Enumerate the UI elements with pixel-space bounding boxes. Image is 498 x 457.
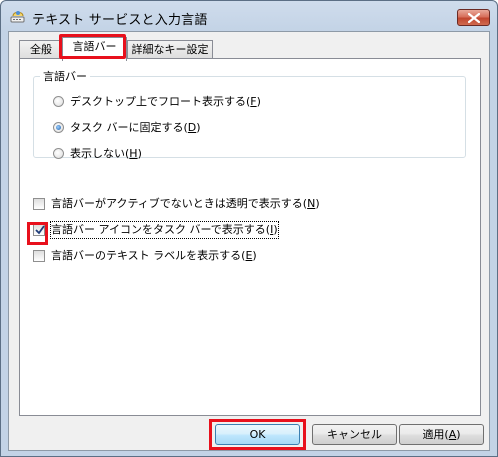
radio-label: タスク バーに固定する(D)	[70, 121, 201, 134]
radio-button-selected[interactable]	[53, 122, 64, 133]
dialog-window: テキスト サービスと入力言語 全般 言語バー 詳細なキー設定 言語バー デスクト…	[0, 0, 498, 457]
dialog-client-area: 全般 言語バー 詳細なキー設定 言語バー デスクトップ上でフロート表示する(F)…	[8, 31, 490, 451]
close-button[interactable]	[457, 9, 490, 26]
checkbox-label: 言語バー アイコンをタスク バーで表示する(I)	[50, 221, 279, 239]
radio-button[interactable]	[53, 148, 64, 159]
radio-button[interactable]	[53, 96, 64, 107]
keyboard-language-icon	[10, 8, 26, 24]
tab-general[interactable]: 全般	[19, 40, 63, 60]
close-icon	[468, 13, 480, 23]
tab-highlight-box	[59, 34, 126, 59]
cancel-button[interactable]: キャンセル	[312, 424, 397, 445]
radio-label: 表示しない(H)	[70, 147, 142, 160]
checkbox[interactable]	[33, 250, 45, 262]
checkbox[interactable]	[33, 198, 45, 210]
checkbox-highlight-box	[27, 222, 48, 245]
group-legend: 言語バー	[43, 70, 87, 83]
checkbox-label: 言語バーがアクティブでないときは透明で表示する(N)	[51, 197, 320, 210]
tab-advanced-key-settings[interactable]: 詳細なキー設定	[127, 40, 213, 60]
radio-label: デスクトップ上でフロート表示する(F)	[70, 95, 261, 108]
tab-panel-language-bar: 言語バー デスクトップ上でフロート表示する(F) タスク バーに固定する(D) …	[19, 58, 481, 416]
title-bar[interactable]: テキスト サービスと入力言語	[1, 1, 497, 31]
window-title: テキスト サービスと入力言語	[32, 13, 208, 28]
language-bar-group: 言語バー デスクトップ上でフロート表示する(F) タスク バーに固定する(D) …	[33, 68, 466, 160]
checkbox-label: 言語バーのテキスト ラベルを表示する(E)	[51, 249, 257, 262]
ok-highlight-box	[209, 419, 306, 450]
apply-button[interactable]: 適用(A)	[399, 424, 484, 445]
